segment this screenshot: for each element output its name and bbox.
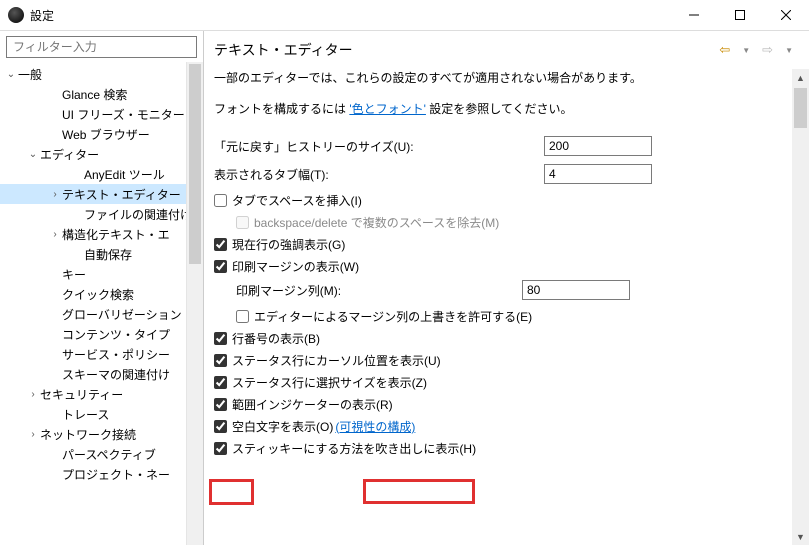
tree-item-label: セキュリティー xyxy=(40,386,123,403)
margin-col-input[interactable] xyxy=(522,280,630,300)
tree-item-label: ネットワーク接続 xyxy=(40,426,136,443)
undo-size-input[interactable] xyxy=(544,136,652,156)
page-title: テキスト・エディター xyxy=(214,40,719,60)
tree-item-label: コンテンツ・タイプ xyxy=(62,326,170,343)
minimize-button[interactable] xyxy=(671,0,717,30)
override-margin-checkbox[interactable] xyxy=(236,310,249,323)
chevron-right-icon[interactable]: › xyxy=(26,429,40,440)
tree-item[interactable]: Glance 検索 xyxy=(0,84,195,104)
tree-item-label: キー xyxy=(62,266,86,283)
note2-post: 設定を参照してください。 xyxy=(426,102,573,116)
bs-delete-label: backspace/delete で複数のスペースを除去(M) xyxy=(254,214,499,231)
tab-width-input[interactable] xyxy=(544,164,652,184)
tree-item-label: UI フリーズ・モニター xyxy=(62,106,185,123)
chevron-right-icon[interactable]: › xyxy=(48,229,62,240)
scroll-up-icon[interactable]: ▲ xyxy=(792,69,809,86)
tree-item-label: トレース xyxy=(62,406,109,423)
insert-spaces-checkbox[interactable] xyxy=(214,194,227,207)
tree-item-label: テキスト・エディター xyxy=(62,186,181,203)
note-line-2: フォントを構成するには '色とフォント' 設定を参照してください。 xyxy=(214,100,782,117)
margin-col-label: 印刷マージン列(M): xyxy=(214,282,522,299)
tree-item[interactable]: ›セキュリティー xyxy=(0,384,195,404)
tree-item[interactable]: ファイルの関連付け xyxy=(0,204,195,224)
close-button[interactable] xyxy=(763,0,809,30)
tree-item-label: サービス・ポリシー xyxy=(62,346,170,363)
print-margin-checkbox[interactable] xyxy=(214,260,227,273)
tree-item[interactable]: ⌄エディター xyxy=(0,144,195,164)
tree-item[interactable]: ›構造化テキスト・エ xyxy=(0,224,195,244)
insert-spaces-label: タブでスペースを挿入(I) xyxy=(232,192,362,209)
print-margin-label: 印刷マージンの表示(W) xyxy=(232,258,359,275)
cursor-pos-checkbox[interactable] xyxy=(214,354,227,367)
chevron-right-icon[interactable]: › xyxy=(48,189,62,200)
tree-item[interactable]: トレース xyxy=(0,404,195,424)
tree-item[interactable]: ›ネットワーク接続 xyxy=(0,424,195,444)
back-icon[interactable]: ⇦ xyxy=(719,42,730,58)
highlight-current-label: 現在行の強調表示(G) xyxy=(232,236,345,253)
undo-size-label: 「元に戻す」ヒストリーのサイズ(U): xyxy=(214,138,544,155)
filter-input[interactable] xyxy=(6,36,197,58)
sticky-label: スティッキーにする方法を吹き出しに表示(H) xyxy=(232,440,476,457)
range-ind-checkbox[interactable] xyxy=(214,398,227,411)
line-numbers-checkbox[interactable] xyxy=(214,332,227,345)
tree-item[interactable]: コンテンツ・タイプ xyxy=(0,324,195,344)
tree-item-label: グローバリゼーション xyxy=(62,306,182,323)
sel-size-label: ステータス行に選択サイズを表示(Z) xyxy=(232,374,427,391)
tree-item[interactable]: グローバリゼーション xyxy=(0,304,195,324)
highlight-current-checkbox[interactable] xyxy=(214,238,227,251)
tree-item[interactable]: AnyEdit ツール xyxy=(0,164,195,184)
tree-item-label: Glance 検索 xyxy=(62,86,127,103)
scroll-down-icon[interactable]: ▼ xyxy=(792,528,809,545)
tree-item-label: 自動保存 xyxy=(84,246,132,263)
colors-fonts-link[interactable]: '色とフォント' xyxy=(349,102,426,116)
tree-scrollbar[interactable] xyxy=(186,62,203,545)
tree-item-label: 構造化テキスト・エ xyxy=(62,226,170,243)
tree-item-label: AnyEdit ツール xyxy=(84,166,165,183)
chevron-down-icon[interactable]: ⌄ xyxy=(26,149,40,160)
whitespace-checkbox[interactable] xyxy=(214,420,227,433)
window-title: 設定 xyxy=(30,7,671,24)
tree-item-label: 一般 xyxy=(18,66,42,83)
chevron-down-icon[interactable]: ⌄ xyxy=(4,69,18,80)
forward-menu-icon[interactable]: ▼ xyxy=(785,46,793,55)
tab-width-label: 表示されるタブ幅(T): xyxy=(214,166,544,183)
tree-item[interactable]: クイック検索 xyxy=(0,284,195,304)
content-scrollbar[interactable]: ▲ ▼ xyxy=(792,69,809,545)
tree-item[interactable]: キー xyxy=(0,264,195,284)
tree-item-label: プロジェクト・ネー xyxy=(62,466,170,483)
preferences-tree[interactable]: ⌄一般Glance 検索UI フリーズ・モニターWeb ブラウザー⌄エディターA… xyxy=(0,62,195,484)
note2-pre: フォントを構成するには xyxy=(214,102,349,116)
cursor-pos-label: ステータス行にカーソル位置を表示(U) xyxy=(232,352,441,369)
note-line-1: 一部のエディターでは、これらの設定のすべてが適用されない場合があります。 xyxy=(214,69,782,86)
tree-item-label: スキーマの関連付け xyxy=(62,366,170,383)
tree-item[interactable]: 自動保存 xyxy=(0,244,195,264)
tree-item[interactable]: サービス・ポリシー xyxy=(0,344,195,364)
tree-item-label: エディター xyxy=(40,146,99,163)
override-margin-label: エディターによるマージン列の上書きを許可する(E) xyxy=(254,308,532,325)
tree-item-label: ファイルの関連付け xyxy=(84,206,192,223)
tree-item[interactable]: ⌄一般 xyxy=(0,64,195,84)
whitespace-label: 空白文字を表示(O) xyxy=(232,418,333,435)
tree-item[interactable]: スキーマの関連付け xyxy=(0,364,195,384)
tree-item-label: パースペクティブ xyxy=(62,446,156,463)
chevron-right-icon[interactable]: › xyxy=(26,389,40,400)
tree-item[interactable]: Web ブラウザー xyxy=(0,124,195,144)
app-icon xyxy=(8,7,24,23)
forward-icon[interactable]: ⇨ xyxy=(762,42,773,58)
visibility-config-link[interactable]: (可視性の構成) xyxy=(335,418,415,435)
back-menu-icon[interactable]: ▼ xyxy=(742,46,750,55)
line-numbers-label: 行番号の表示(B) xyxy=(232,330,320,347)
tree-item[interactable]: プロジェクト・ネー xyxy=(0,464,195,484)
range-ind-label: 範囲インジケーターの表示(R) xyxy=(232,396,393,413)
bs-delete-checkbox xyxy=(236,216,249,229)
sel-size-checkbox[interactable] xyxy=(214,376,227,389)
sticky-checkbox[interactable] xyxy=(214,442,227,455)
tree-item-label: Web ブラウザー xyxy=(62,126,150,143)
tree-item[interactable]: パースペクティブ xyxy=(0,444,195,464)
tree-item[interactable]: UI フリーズ・モニター xyxy=(0,104,195,124)
tree-item[interactable]: ›テキスト・エディター xyxy=(0,184,195,204)
maximize-button[interactable] xyxy=(717,0,763,30)
tree-item-label: クイック検索 xyxy=(62,286,134,303)
